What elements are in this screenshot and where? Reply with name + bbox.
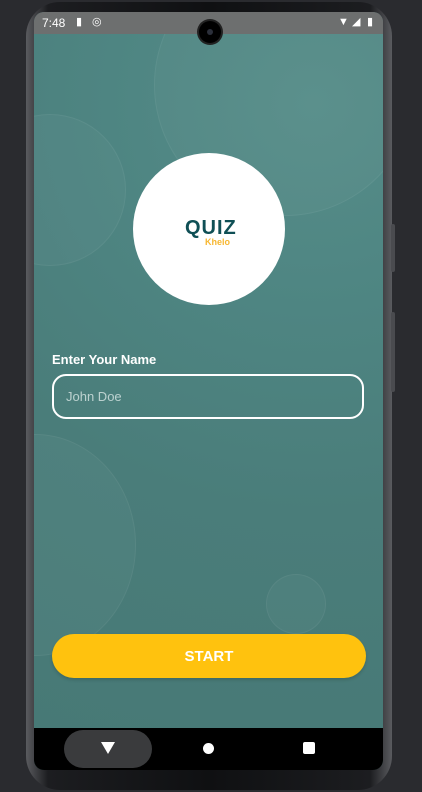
name-label: Enter Your Name: [52, 352, 157, 367]
volume-button: [391, 224, 395, 272]
decor-bubble: [34, 114, 126, 266]
vpn-icon: ◎: [92, 16, 102, 28]
logo-subtitle: Khelo: [205, 237, 231, 247]
back-icon: [101, 742, 115, 754]
nav-bar: [34, 728, 383, 770]
logo: QUIZ Khelo: [133, 153, 285, 305]
sim-card-icon: ▮: [76, 16, 83, 28]
status-time: 7:48: [42, 16, 66, 30]
front-camera: [199, 21, 221, 43]
recents-icon[interactable]: [303, 742, 315, 754]
decor-bubble: [34, 434, 136, 656]
app-screen: QUIZ Khelo Enter Your Name START: [34, 34, 383, 728]
start-button[interactable]: START: [52, 634, 366, 678]
screen: 7:48 ▮ ◎ ▼ ◢ ▮ QUIZ Khelo Enter Your Nam…: [34, 12, 383, 770]
wifi-icon: ▼: [338, 16, 349, 28]
back-button[interactable]: [64, 730, 152, 768]
power-button: [391, 312, 395, 392]
name-input[interactable]: [52, 374, 364, 419]
decor-bubble: [266, 574, 326, 634]
home-icon[interactable]: [203, 743, 214, 754]
battery-icon: ▮: [367, 16, 374, 28]
signal-icon: ◢: [352, 16, 361, 28]
